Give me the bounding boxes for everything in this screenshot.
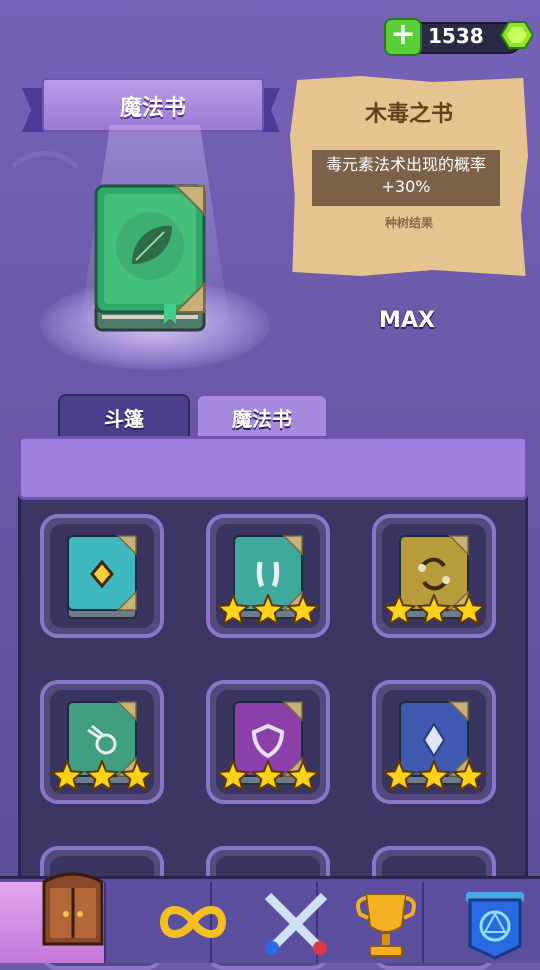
- star-rating: [382, 594, 486, 627]
- hat-icon: ⌒: [10, 145, 80, 227]
- book-slot[interactable]: [40, 514, 164, 638]
- diamond-book-icon: [67, 535, 137, 619]
- book-slot[interactable]: [206, 514, 330, 638]
- star-icon: [250, 594, 286, 627]
- star-icon: [250, 760, 286, 793]
- star-icon: [285, 594, 320, 627]
- inventory-panel: [18, 436, 528, 902]
- nav-trophy[interactable]: [318, 882, 424, 963]
- book-name: 木毒之书: [364, 102, 453, 127]
- star-icon: [451, 594, 486, 627]
- star-icon: [216, 760, 251, 793]
- book-source: 种树结果: [384, 216, 433, 230]
- star-icon: [285, 760, 320, 793]
- nav-endless[interactable]: [106, 882, 227, 963]
- star-icon: [84, 760, 120, 793]
- star-icon: [50, 760, 85, 793]
- book-slot[interactable]: [372, 680, 496, 804]
- star-icon: [382, 594, 417, 627]
- gem-counter: + 1538: [384, 18, 534, 56]
- trophy-icon: [356, 893, 416, 957]
- nav-battle[interactable]: [212, 882, 328, 963]
- banner-title: 魔法书: [119, 96, 186, 121]
- gem-amount: 1538: [428, 24, 484, 48]
- bottom-nav: [0, 872, 540, 963]
- inventory-panel-header: [18, 436, 528, 500]
- banner-map-icon: [466, 892, 524, 960]
- selected-book-icon[interactable]: [92, 182, 208, 334]
- banner-plate: 魔法书: [42, 78, 264, 132]
- nav-map[interactable]: [424, 882, 530, 963]
- star-icon: [382, 760, 417, 793]
- star-rating: [216, 594, 320, 627]
- book-effect: 毒元素法术出现的概率+30%: [312, 150, 500, 206]
- book-slot[interactable]: [206, 680, 330, 804]
- star-icon: [451, 760, 486, 793]
- nav-wardrobe[interactable]: [0, 872, 106, 963]
- level-label: MAX: [379, 308, 435, 333]
- book-detail-card: 木毒之书 毒元素法术出现的概率+30% 种树结果: [290, 76, 528, 276]
- star-rating: [216, 760, 320, 793]
- gem-icon: [500, 21, 534, 49]
- star-icon: [416, 760, 452, 793]
- star-icon: [416, 594, 452, 627]
- wardrobe-icon: [42, 872, 104, 946]
- book-slot[interactable]: [40, 680, 164, 804]
- star-icon: [119, 760, 154, 793]
- star-icon: [216, 594, 251, 627]
- book-slot[interactable]: [372, 514, 496, 638]
- star-rating: [50, 760, 154, 793]
- add-gems-button[interactable]: +: [384, 18, 422, 56]
- star-rating: [382, 760, 486, 793]
